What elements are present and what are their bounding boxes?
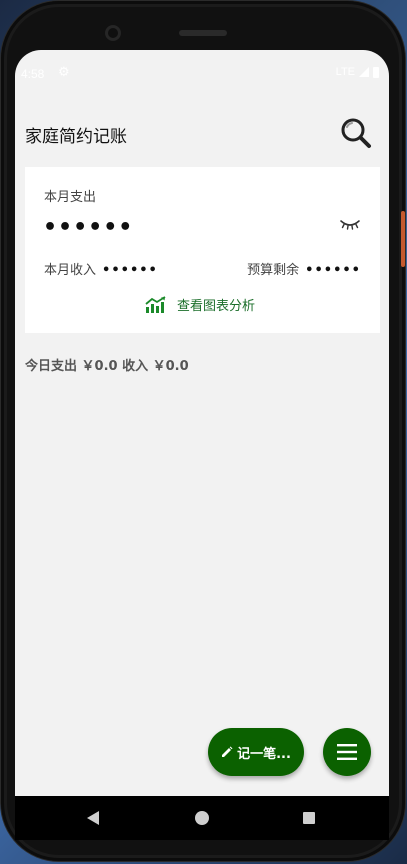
network-type: LTE [335, 66, 355, 78]
menu-button[interactable] [323, 728, 371, 776]
add-record-button[interactable]: 记一笔... [208, 728, 304, 776]
monthly-expense-label: 本月支出 [44, 190, 97, 205]
today-summary: 今日支出 ￥0.0 收入 ￥0.0 [25, 359, 189, 374]
monthly-expense-value: •••••• [43, 215, 134, 240]
earpiece-speaker [179, 30, 227, 36]
chart-link-label: 查看图表分析 [177, 299, 256, 314]
page-title: 家庭简约记账 [25, 127, 127, 147]
pencil-icon [222, 746, 233, 757]
power-button [401, 211, 405, 267]
monthly-income-label: 本月收入 [44, 263, 97, 278]
settings-gear-icon: ⚙ [58, 65, 70, 80]
budget-remaining: 预算剩余 •••••• [247, 259, 361, 278]
back-icon[interactable] [87, 811, 99, 825]
search-button[interactable] [339, 116, 373, 150]
menu-icon [337, 744, 357, 760]
battery-icon [373, 66, 379, 78]
system-navigation-bar [15, 796, 389, 840]
view-chart-analysis-link[interactable]: 查看图表分析 [145, 295, 255, 314]
app-screen: 4:58 ⚙ LTE 家庭简约记账 本月支出 •••••• 本月收入 •••••… [15, 50, 389, 796]
add-record-label: 记一笔... [237, 746, 291, 762]
trending-chart-icon [145, 295, 166, 313]
status-indicators: LTE [336, 66, 379, 78]
home-icon[interactable] [195, 811, 209, 825]
toggle-visibility-button[interactable] [338, 217, 362, 231]
monthly-summary-card: 本月支出 •••••• 本月收入 •••••• 预算剩余 •••••• 查看图表… [25, 167, 380, 333]
budget-remaining-value: •••••• [305, 263, 361, 278]
eye-closed-icon [340, 220, 360, 230]
budget-remaining-label: 预算剩余 [247, 263, 300, 278]
status-bar: 4:58 ⚙ LTE [15, 50, 389, 94]
monthly-income: 本月收入 •••••• [44, 259, 158, 278]
monthly-income-value: •••••• [102, 263, 158, 278]
front-camera [105, 25, 121, 41]
search-icon [341, 118, 371, 148]
signal-icon [359, 67, 369, 77]
recents-icon[interactable] [303, 812, 315, 824]
status-time: 4:58 [21, 67, 45, 81]
